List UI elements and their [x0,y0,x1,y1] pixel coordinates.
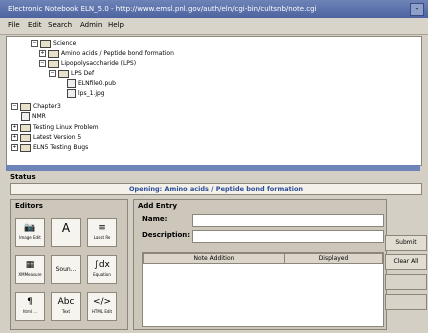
menu-edit[interactable]: Edit [28,21,42,29]
sound-editor-button[interactable]: Soun... [51,255,81,284]
tree-item[interactable]: − Lipopolysaccharide (LPS) [39,59,136,68]
chart-icon: ▦ [25,260,35,270]
tree-item[interactable]: − Science [31,39,76,48]
editors-panel: Editors 📷 Image Edit A ≡ Lasst Re ▦ XMMeasu… [10,199,128,330]
file-icon [21,112,30,121]
menu-admin[interactable]: Admin [80,21,102,29]
menu-help[interactable]: Help [108,21,124,29]
note-icon: ¶ [27,297,33,307]
equation-editor-button[interactable]: ∫dx Equation [87,255,117,284]
folder-icon [48,49,59,58]
folder-icon [40,39,51,48]
entries-table[interactable]: Note Addition Displayed [142,252,384,327]
expand-icon[interactable]: + [11,124,18,131]
description-label: Description: [142,231,191,239]
collapse-icon[interactable]: − [49,70,56,77]
description-field[interactable] [192,230,384,243]
window-title: Electronic Notebook ELN_5.0 - http://www… [8,5,317,13]
rich-text-editor-button[interactable]: Abc Text [51,292,81,321]
collapse-icon[interactable]: − [11,103,18,110]
tree-item[interactable]: NMR [21,112,46,121]
tree-item[interactable]: + Amino acids / Peptide bond formation [39,49,174,58]
folder-icon [20,143,31,152]
text-editor-button[interactable]: A [51,218,81,247]
editors-label: Editors [15,202,43,210]
notebook-tree: − Science + Amino acids / Peptide bond for… [6,36,422,166]
tree-item[interactable]: ELNfile0.pub [67,79,116,88]
clear-all-button[interactable]: Clear All [385,254,427,270]
menu-file[interactable]: File [8,21,20,29]
chart-editor-button[interactable]: ▦ XMMeasure [15,255,45,284]
column-displayed[interactable]: Displayed [284,253,383,264]
column-note-addition[interactable]: Note Addition [143,253,285,264]
text-icon: A [61,221,71,235]
list-icon: ≡ [98,223,106,233]
menu-bar: File Edit Search Admin Help [0,18,428,35]
sound-icon: Soun... [55,266,77,273]
html-editor-button[interactable]: </> HTML Edit [87,292,117,321]
camera-icon: 📷 [24,223,36,233]
file-icon [67,89,76,98]
list-editor-button[interactable]: ≡ Lasst Re [87,218,117,247]
collapse-icon[interactable]: − [31,40,38,47]
folder-icon [20,123,31,132]
status-label: Status [10,173,36,181]
disabled-button-1[interactable] [385,274,427,290]
expand-icon[interactable]: + [39,50,46,57]
collapse-icon[interactable]: − [39,60,46,67]
expand-icon[interactable]: + [11,144,18,151]
menu-search[interactable]: Search [48,21,72,29]
submit-button[interactable]: Submit [385,235,427,251]
minimize-icon[interactable]: - [410,3,424,16]
add-entry-label: Add Entry [138,202,178,210]
file-icon [67,79,76,88]
html-icon: </> [92,297,112,307]
title-bar[interactable]: Electronic Notebook ELN_5.0 - http://www… [0,0,428,18]
add-entry-panel: Add Entry Name: Description: Note Additi… [133,199,387,330]
split-bar[interactable] [6,165,420,171]
folder-icon [58,69,69,78]
tree-item[interactable]: − LPS Def [49,69,94,78]
name-field[interactable] [192,214,384,227]
folder-icon [20,133,31,142]
status-message: Opening: Amino acids / Peptide bond form… [10,183,422,195]
tree-item[interactable]: lps_1.jpg [67,89,105,98]
rich-text-icon: Abc [57,297,75,307]
disabled-button-2[interactable] [385,294,427,310]
tree-item[interactable]: + Testing Linux Problem [11,123,99,132]
image-editor-button[interactable]: 📷 Image Edit [15,218,45,247]
tree-item[interactable]: + Latest Version 5 [11,133,81,142]
equation-icon: ∫dx [94,260,110,270]
tree-item[interactable]: − Chapter3 [11,102,61,111]
note-editor-button[interactable]: ¶ html ... [15,292,45,321]
name-label: Name: [142,215,168,223]
folder-icon [48,59,59,68]
expand-icon[interactable]: + [11,134,18,141]
tree-item[interactable]: + ELN5 Testing Bugs [11,143,88,152]
folder-icon [20,102,31,111]
